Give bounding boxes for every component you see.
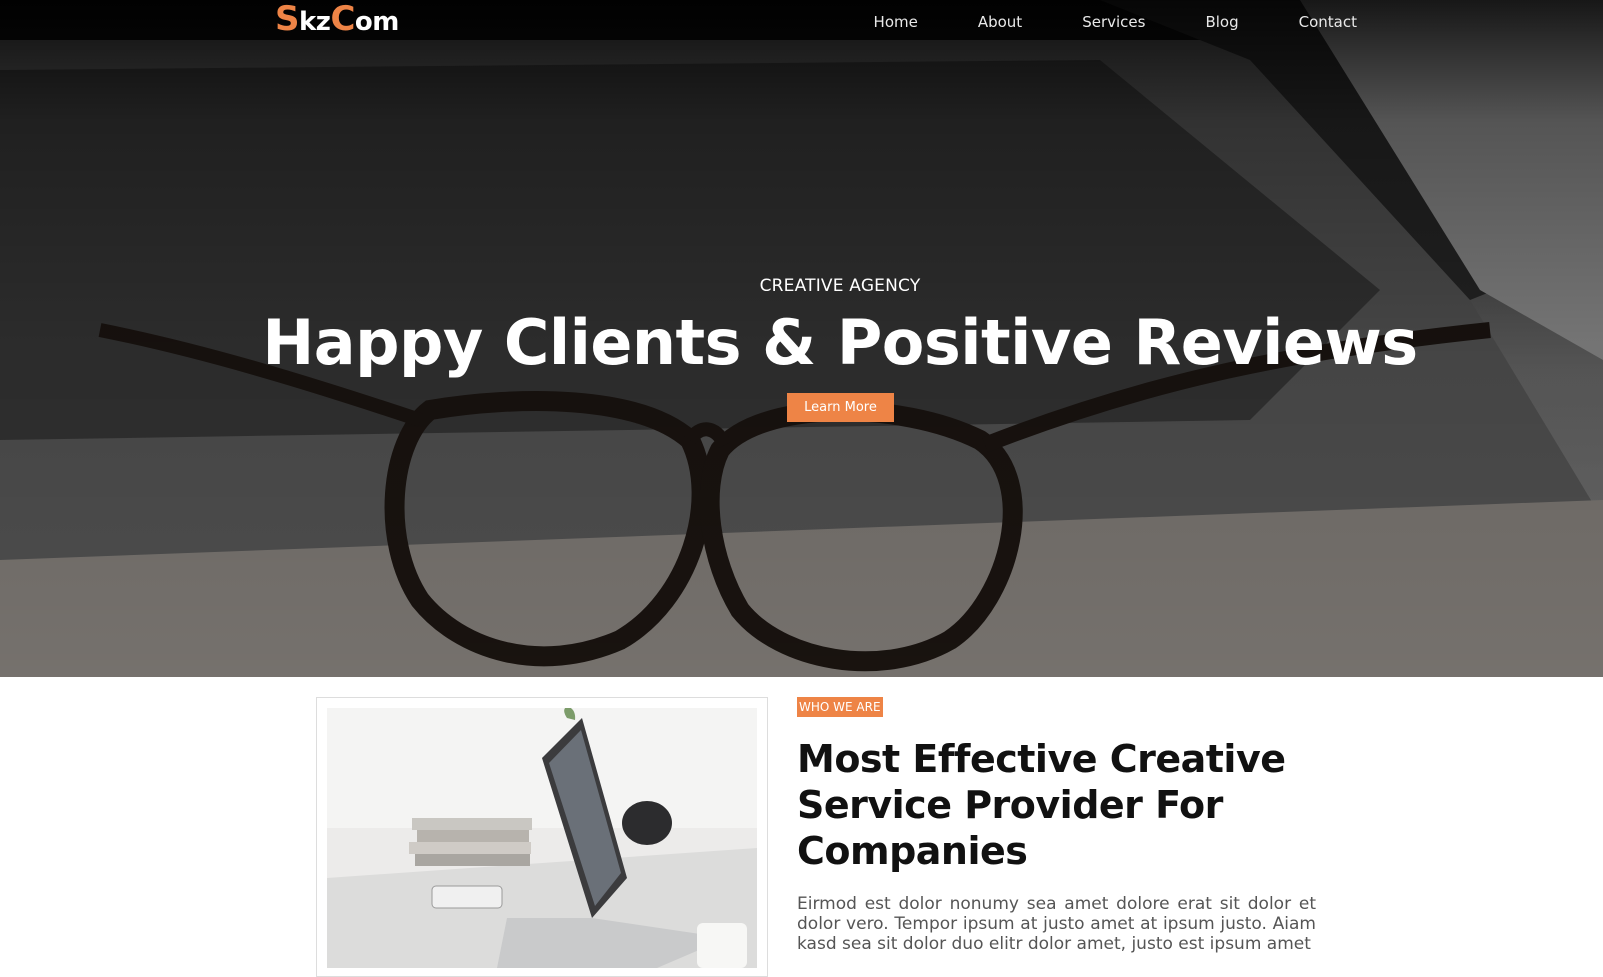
learn-more-button[interactable]: Learn More — [787, 393, 894, 422]
nav-link-contact[interactable]: Contact — [1299, 13, 1357, 31]
about-photo — [327, 708, 757, 968]
logo-letter-c: C — [330, 0, 355, 39]
nav-link-services[interactable]: Services — [1082, 13, 1145, 31]
nav-link-blog[interactable]: Blog — [1205, 13, 1238, 31]
logo-letter-s: S — [275, 0, 300, 39]
main-nav: Home About Services Blog Contact — [814, 13, 1357, 31]
about-title: Most Effective Creative Service Provider… — [797, 737, 1286, 873]
about-text: Eirmod est dolor nonumy sea amet dolore … — [797, 894, 1316, 954]
navbar: SkzCom Home About Services Blog Contact — [0, 0, 1603, 48]
nav-link-home[interactable]: Home — [874, 13, 918, 31]
logo-text-om: om — [354, 7, 399, 37]
brand-logo[interactable]: SkzCom — [275, 0, 399, 40]
hero-title: Happy Clients & Positive Reviews — [262, 306, 1418, 379]
section-badge: WHO WE ARE — [797, 697, 883, 717]
nav-link-about[interactable]: About — [978, 13, 1022, 31]
logo-text-kz: kz — [299, 7, 331, 37]
hero-subtitle: CREATIVE AGENCY — [759, 276, 921, 296]
about-image-frame — [316, 697, 768, 977]
hero-section: SkzCom Home About Services Blog Contact … — [0, 0, 1603, 677]
